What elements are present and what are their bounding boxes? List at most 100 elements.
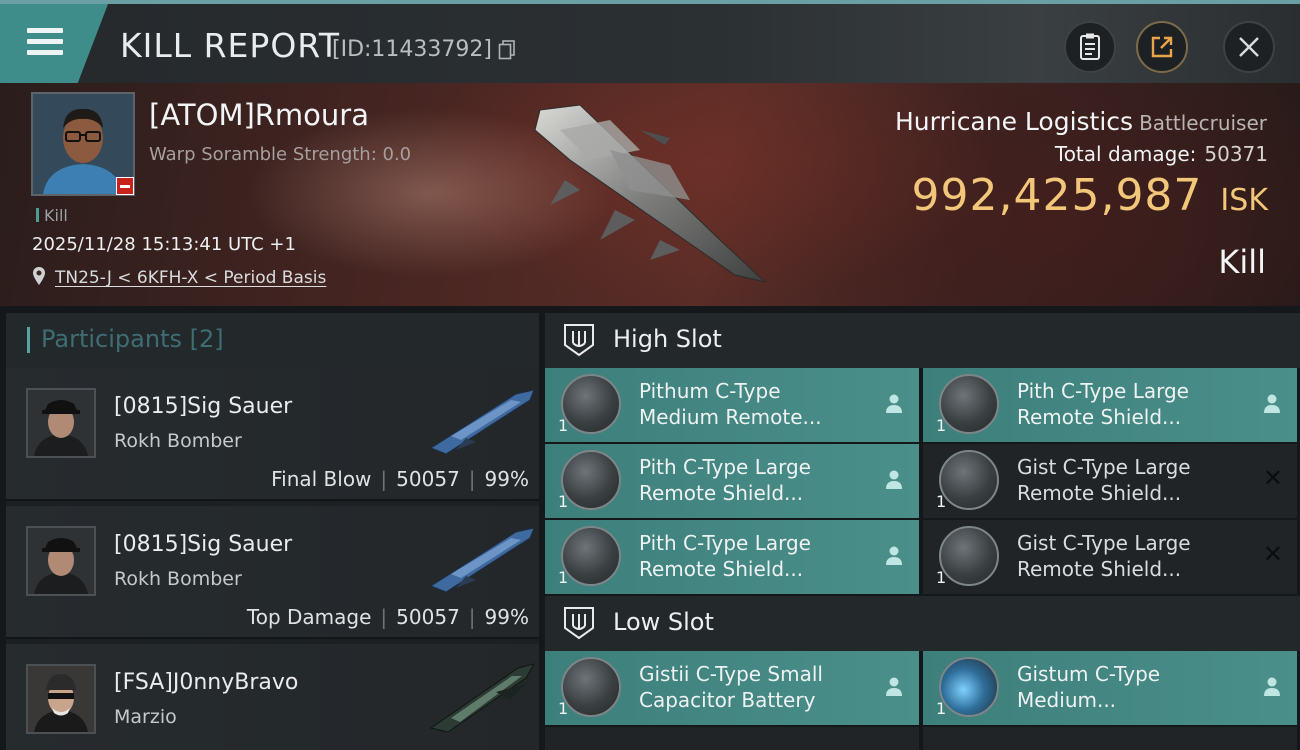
shield-booster-icon xyxy=(561,526,621,586)
hostile-status-badge xyxy=(116,177,134,195)
module-item[interactable]: 1 Gist C-Type Large Remote Shield... ✕ xyxy=(923,444,1297,518)
capacitor-battery-icon xyxy=(561,657,621,717)
participant-avatar[interactable] xyxy=(26,664,96,734)
high-slot-header: High Slot xyxy=(545,313,1300,368)
shield-booster-icon xyxy=(939,526,999,586)
shield-booster-icon xyxy=(561,450,621,510)
hamburger-menu-icon xyxy=(27,28,63,58)
clipboard-button[interactable] xyxy=(1064,21,1116,73)
high-slot-title: High Slot xyxy=(613,325,722,353)
participant-percent: 99% xyxy=(484,605,529,629)
top-bar: KILL REPORT [ID:11433792] xyxy=(0,0,1300,83)
module-item[interactable]: 1 Gistum C-Type Medium... xyxy=(923,651,1297,725)
menu-button[interactable] xyxy=(0,4,108,83)
slot-fork-icon xyxy=(564,607,594,640)
isk-value: 992,425,987 ISK xyxy=(912,170,1269,221)
participant-avatar[interactable] xyxy=(26,388,96,458)
x-icon: ✕ xyxy=(1262,540,1283,568)
low-slot-title: Low Slot xyxy=(613,608,714,636)
total-damage: Total damage: 50371 xyxy=(1055,142,1268,166)
module-name: Gistii C-Type Small Capacitor Battery xyxy=(639,662,823,712)
module-name: Gist C-Type Large Remote Shield... xyxy=(1017,531,1191,581)
module-quantity: 1 xyxy=(558,699,569,718)
participant-name[interactable]: [FSA]J0nnyBravo xyxy=(114,670,298,695)
participants-count: [2] xyxy=(189,325,224,353)
location-pin-icon xyxy=(33,267,45,285)
warp-scramble-strength: Warp Soramble Strength: 0.0 xyxy=(149,144,412,165)
shield-booster-icon xyxy=(561,374,621,434)
module-name: Pith C-Type Large Remote Shield... xyxy=(1017,379,1189,429)
report-id: [ID:11433792] xyxy=(332,37,492,62)
module-quantity: 1 xyxy=(936,492,947,511)
participant-card[interactable]: [0815]Sig Sauer Rokh Bomber Final Blow | 5… xyxy=(6,368,539,501)
participant-damage: 50057 xyxy=(396,467,460,491)
share-button[interactable] xyxy=(1136,21,1188,73)
module-item[interactable]: 1 Pith C-Type Large Remote Shield... xyxy=(923,368,1297,442)
module-item[interactable]: 1 Pith C-Type Large Remote Shield... xyxy=(545,520,919,594)
module-name: Pith C-Type Large Remote Shield... xyxy=(639,455,811,505)
victim-ship-image[interactable] xyxy=(520,90,780,290)
module-item[interactable]: 1 Pithum C-Type Medium Remote... xyxy=(545,368,919,442)
participant-name[interactable]: [0815]Sig Sauer xyxy=(114,532,292,557)
person-icon xyxy=(1264,394,1280,413)
module-quantity: 1 xyxy=(558,568,569,587)
participant-card[interactable]: [FSA]J0nnyBravo Marzio xyxy=(6,644,539,750)
copy-icon[interactable] xyxy=(498,40,516,60)
participant-ship: Rokh Bomber xyxy=(114,430,242,452)
kill-datetime: 2025/11/28 15:13:41 UTC +1 xyxy=(32,234,296,255)
participant-ship-image xyxy=(429,389,535,455)
participants-title: Participants [2] xyxy=(27,325,224,353)
module-quantity: 1 xyxy=(936,416,947,435)
total-damage-label: Total damage: xyxy=(1054,142,1197,166)
module-item[interactable] xyxy=(923,727,1297,750)
energy-module-icon xyxy=(939,657,999,717)
person-icon xyxy=(886,546,902,565)
participant-stats: Top Damage | 50057 | 99% xyxy=(246,605,529,629)
participant-name[interactable]: [0815]Sig Sauer xyxy=(114,394,292,419)
participant-ship: Rokh Bomber xyxy=(114,568,242,590)
share-icon xyxy=(1151,36,1173,58)
participant-damage: 50057 xyxy=(396,605,460,629)
module-quantity: 1 xyxy=(558,416,569,435)
isk-amount: 992,425,987 xyxy=(911,170,1203,221)
module-name: Pithum C-Type Medium Remote... xyxy=(639,379,822,429)
person-icon xyxy=(886,394,902,413)
location-link[interactable]: TN25-J < 6KFH-X < Period Basis xyxy=(55,268,326,288)
module-name: Gistum C-Type Medium... xyxy=(1017,662,1161,712)
participant-ship-image xyxy=(429,663,536,732)
close-icon xyxy=(1239,37,1259,57)
participant-stats: Final Blow | 50057 | 99% xyxy=(271,467,529,491)
module-item[interactable]: 1 Pith C-Type Large Remote Shield... xyxy=(545,444,919,518)
person-icon xyxy=(1264,677,1280,696)
low-slot-header: Low Slot xyxy=(545,596,1300,651)
victim-name[interactable]: [ATOM]Rmoura xyxy=(149,98,369,132)
page-title: KILL REPORT xyxy=(120,26,340,65)
participant-percent: 99% xyxy=(484,467,529,491)
module-quantity: 1 xyxy=(936,568,947,587)
module-quantity: 1 xyxy=(558,492,569,511)
module-quantity: 1 xyxy=(936,699,947,718)
x-icon: ✕ xyxy=(1262,464,1283,492)
module-name: Gist C-Type Large Remote Shield... xyxy=(1017,455,1191,505)
ship-class: Battlecruiser xyxy=(1139,111,1267,135)
close-button[interactable] xyxy=(1223,21,1275,73)
slot-fork-icon xyxy=(564,324,594,357)
module-item[interactable]: 1 Gistii C-Type Small Capacitor Battery xyxy=(545,651,919,725)
kill-result-label: Kill xyxy=(1218,243,1266,281)
participant-card[interactable]: [0815]Sig Sauer Rokh Bomber Top Damage | 5… xyxy=(6,506,539,639)
victim-ship-name: Hurricane Logistics Battlecruiser xyxy=(895,107,1267,136)
kill-tag: Kill xyxy=(36,206,68,225)
person-icon xyxy=(886,677,902,696)
module-item[interactable] xyxy=(545,727,919,750)
participant-avatar[interactable] xyxy=(26,526,96,596)
clipboard-icon xyxy=(1080,33,1100,60)
module-item[interactable]: 1 Gist C-Type Large Remote Shield... ✕ xyxy=(923,520,1297,594)
isk-unit: ISK xyxy=(1220,183,1268,218)
total-damage-value: 50371 xyxy=(1204,142,1268,166)
participant-ship-image xyxy=(429,527,535,593)
shield-booster-icon xyxy=(939,374,999,434)
ship-type-name[interactable]: Hurricane Logistics xyxy=(895,107,1133,136)
participant-role: Final Blow xyxy=(271,467,372,491)
shield-booster-icon xyxy=(939,450,999,510)
participant-ship: Marzio xyxy=(114,706,177,728)
